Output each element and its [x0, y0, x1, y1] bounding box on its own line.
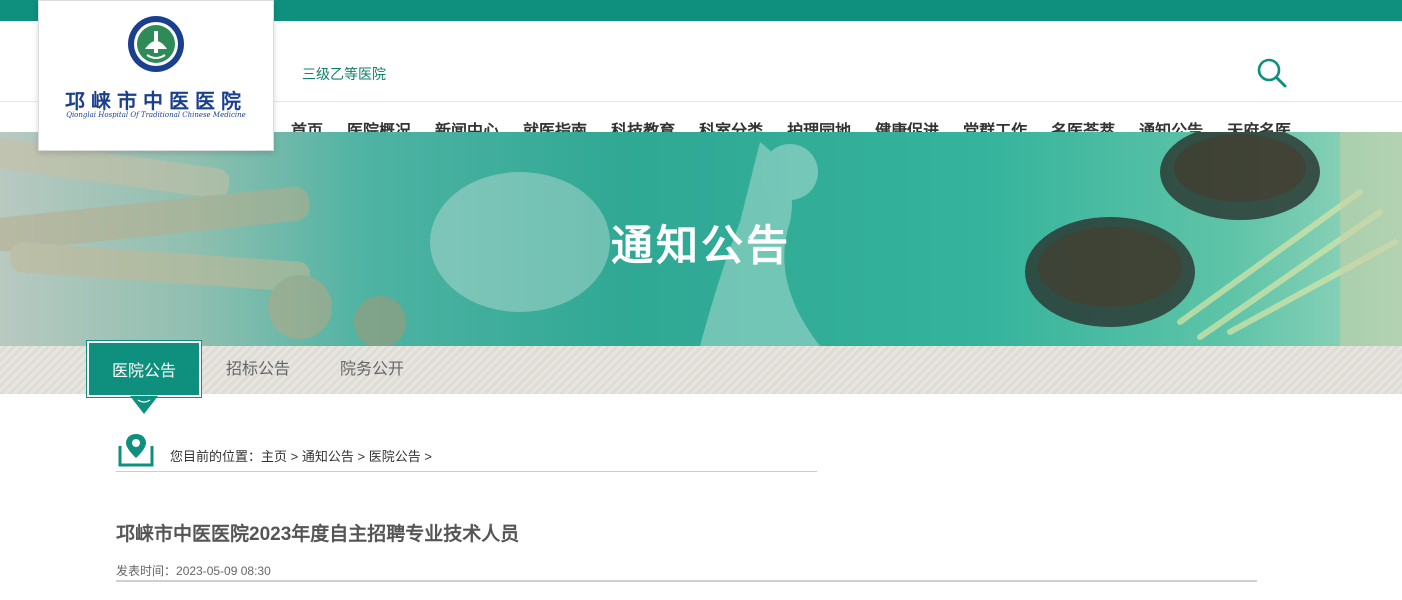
date-value: 2023-05-09 08:30 [176, 564, 271, 578]
breadcrumb-separator: > [357, 449, 366, 464]
breadcrumb: 您目前的位置：主页 > 通知公告 > 医院公告 > [170, 446, 432, 465]
article-title: 邛崃市中医医院2023年度自主招聘专业技术人员 [116, 524, 520, 545]
breadcrumb-separator: > [290, 449, 299, 464]
subnav-affairs-disclosure[interactable]: 院务公开 [324, 346, 420, 394]
breadcrumb-notices[interactable]: 通知公告 [302, 449, 354, 464]
subnav-hospital-notices[interactable]: 医院公告 [86, 340, 202, 398]
breadcrumb-prefix: 您目前的位置： [170, 449, 262, 464]
date-label: 发表时间： [116, 564, 177, 578]
breadcrumb-home[interactable]: 主页 [261, 449, 287, 464]
hospital-name-cn: 邛崃市中医医院 [65, 89, 247, 113]
breadcrumb-hospital-notices[interactable]: 医院公告 [369, 449, 421, 464]
banner-title: 通知公告 [610, 222, 791, 269]
sub-navigation: 医院公告 招标公告 院务公开 [0, 340, 1402, 398]
hospital-name-en: Qionglai Hospital Of Traditional Chinese… [66, 111, 246, 119]
article-divider [116, 580, 1257, 582]
search-icon[interactable] [1256, 57, 1288, 89]
active-tab-arrow-icon [130, 396, 158, 414]
breadcrumb-separator: > [424, 449, 432, 464]
hospital-emblem-icon [128, 16, 184, 72]
breadcrumb-divider [116, 471, 817, 472]
article-publish-date: 发表时间：2023-05-09 08:30 [116, 562, 271, 579]
hospital-logo[interactable]: 邛崃市中医医院 Qionglai Hospital Of Traditional… [38, 0, 274, 151]
hospital-grade: 三级乙等医院 [302, 66, 386, 82]
page-banner: 通知公告 [0, 132, 1402, 346]
subnav-tender-notices[interactable]: 招标公告 [210, 346, 306, 394]
location-pin-icon [118, 434, 154, 467]
